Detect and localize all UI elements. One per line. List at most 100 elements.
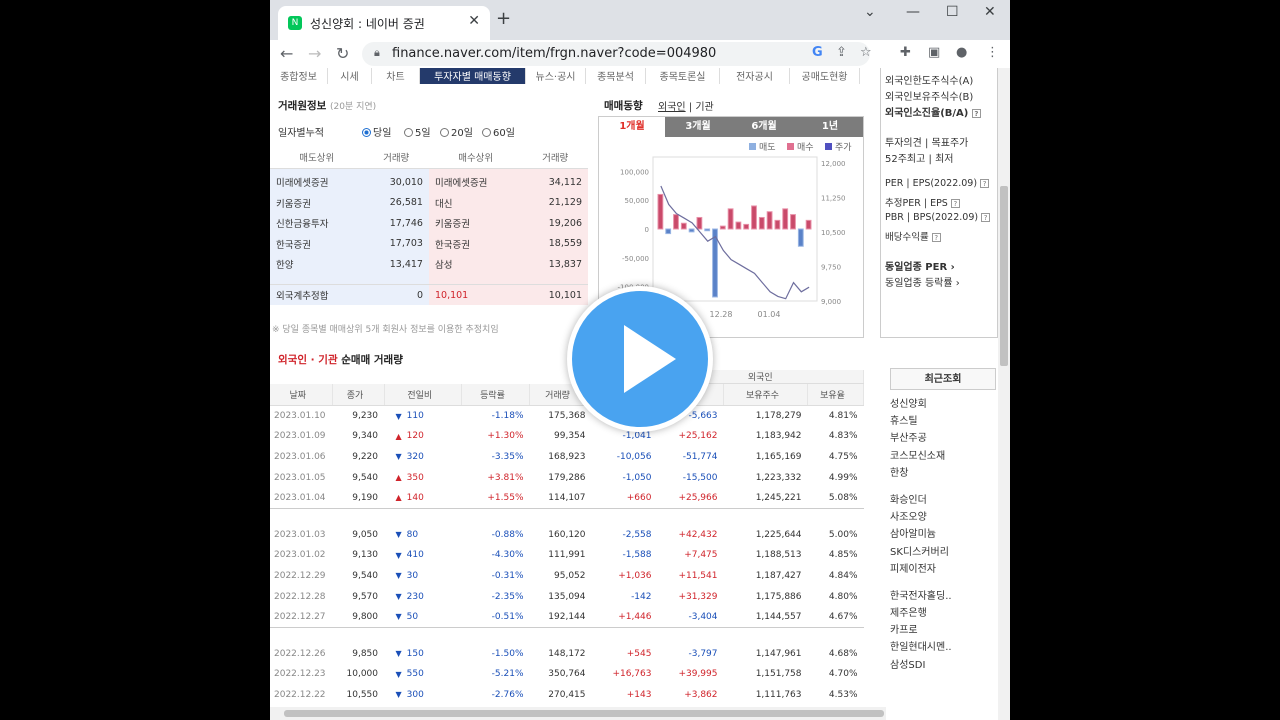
seller-name[interactable]: 신한금융투자 xyxy=(270,213,364,234)
chart-tab-6m[interactable]: 6개월 xyxy=(731,117,797,137)
bps-label: BPS(2022.09) xyxy=(913,212,979,223)
buyer-volume: 19,206 xyxy=(522,213,588,234)
same-rate-link[interactable]: 동일업종 등락률 › xyxy=(885,274,960,289)
group-header-row: 외국인 xyxy=(270,370,864,384)
foreign-sum-row: 외국계추정합 0 10,101 10,101 xyxy=(270,284,588,305)
recent-item[interactable]: 화승인더 xyxy=(890,492,996,509)
seller-name[interactable]: 키움증권 xyxy=(270,192,364,213)
subtab-8[interactable]: 공매도현황 xyxy=(790,68,860,84)
subtab-5[interactable]: 종목분석 xyxy=(586,68,646,84)
recent-item[interactable]: 부산주공 xyxy=(890,430,996,447)
close-window-icon[interactable]: ✕ xyxy=(984,4,996,20)
tab-search-icon[interactable]: ⌄ xyxy=(864,4,876,20)
recent-item[interactable]: 제주은행 xyxy=(890,605,996,622)
help-icon[interactable]: ? xyxy=(931,233,941,242)
video-play-button[interactable] xyxy=(567,286,713,432)
recent-item[interactable]: 삼아알미늄 xyxy=(890,526,996,543)
period-5d-radio[interactable]: 5일 xyxy=(404,124,431,139)
table-row: 2022.12.27 9,800 ▼ 50 -0.51% 192,144 +1,446 -3,… xyxy=(270,607,864,628)
recent-panel: 최근조회 성신양회 휴스틸 부산주공 코스모신소재 한창 화승인더 사조오양 삼아알미늄 SK디… xyxy=(890,368,996,720)
date-cell: 2023.01.04 xyxy=(274,492,326,503)
vertical-scrollbar[interactable] xyxy=(998,68,1010,720)
subtab-4[interactable]: 뉴스·공시 xyxy=(526,68,586,84)
period-60d-radio[interactable]: 60일 xyxy=(482,124,515,139)
shares-cell: 1,188,513 xyxy=(755,550,802,561)
recent-item[interactable]: 사조오양 xyxy=(890,509,996,526)
reload-icon[interactable]: ↻ xyxy=(336,44,349,63)
buyer-name[interactable]: 한국증권 xyxy=(428,233,523,254)
subtab-2[interactable]: 차트 xyxy=(372,68,420,84)
period-label: 일자별누적 xyxy=(278,128,324,139)
help-icon[interactable]: ? xyxy=(980,179,990,188)
legend-price-swatch xyxy=(825,143,832,150)
recent-item[interactable]: 피제이전자 xyxy=(890,561,996,578)
maximize-icon[interactable]: ☐ xyxy=(946,4,959,20)
share-icon[interactable]: ⇪ xyxy=(836,45,847,60)
minimize-icon[interactable]: — xyxy=(906,4,920,20)
lock-icon: 🔒︎ xyxy=(374,46,380,59)
back-icon[interactable]: ← xyxy=(280,44,293,63)
recent-item[interactable]: 한창 xyxy=(890,465,996,482)
vertical-scroll-thumb[interactable] xyxy=(1000,186,1008,366)
buyer-name[interactable]: 삼성 xyxy=(428,254,523,275)
shares-cell: 1,111,763 xyxy=(755,689,802,700)
recent-item[interactable]: 삼성SDI xyxy=(890,657,996,674)
forward-icon[interactable]: → xyxy=(308,44,321,63)
subtab-3[interactable]: 투자자별 매매동향 xyxy=(420,68,526,84)
recent-item[interactable]: 휴스틸 xyxy=(890,413,996,430)
recent-item[interactable]: 성신양회 xyxy=(890,396,996,413)
subtab-7[interactable]: 전자공시 xyxy=(720,68,790,84)
period-20d-radio[interactable]: 20일 xyxy=(440,124,473,139)
down-arrow-icon: ▼ xyxy=(395,592,402,602)
chart-tab-3m[interactable]: 3개월 xyxy=(665,117,731,137)
same-per-link[interactable]: 동일업종 PER › xyxy=(885,258,955,273)
buyer-name[interactable]: 미래에셋증권 xyxy=(428,172,523,193)
recent-item[interactable]: SK디스커버리 xyxy=(890,544,996,561)
help-icon[interactable]: ? xyxy=(950,199,960,208)
new-tab-icon[interactable]: + xyxy=(496,8,511,29)
subtab-0[interactable]: 종합정보 xyxy=(270,68,328,84)
y-right-tick: 9,750 xyxy=(821,264,841,272)
recent-item[interactable]: 코스모신소재 xyxy=(890,448,996,465)
change-cell: 410 xyxy=(406,550,424,561)
buyer-name[interactable]: 키움증권 xyxy=(428,213,523,234)
chart-bar xyxy=(790,214,796,230)
recent-item[interactable]: 한국전자홀딩.. xyxy=(890,588,996,605)
horizontal-scrollbar[interactable] xyxy=(270,707,886,720)
pbr-row: PBR | BPS(2022.09) ? xyxy=(885,212,991,223)
address-bar[interactable]: 🔒︎ finance.naver.com/item/frgn.naver?cod… xyxy=(362,42,870,66)
google-icon[interactable]: G xyxy=(812,45,823,60)
chart-tab-1y[interactable]: 1년 xyxy=(797,117,863,137)
help-icon[interactable]: ? xyxy=(971,109,981,118)
sidepanel-icon[interactable]: ▣ xyxy=(928,45,940,60)
help-icon[interactable]: ? xyxy=(981,213,991,222)
seller-name[interactable]: 한양 xyxy=(270,254,364,275)
shares-cell: 1,178,279 xyxy=(755,411,802,422)
date-cell: 2022.12.28 xyxy=(274,591,326,602)
date-cell: 2023.01.06 xyxy=(274,451,326,462)
eps-label: EPS(2022.09) xyxy=(912,178,978,189)
extensions-icon[interactable]: ✚ xyxy=(900,45,911,60)
per-row: PER | EPS(2022.09) ? xyxy=(885,178,990,189)
close-tab-icon[interactable]: ✕ xyxy=(468,13,480,29)
ratio-cell: 4.80% xyxy=(828,591,858,602)
browser-tab[interactable]: N 성신양회 : 네이버 증권 ✕ xyxy=(278,6,490,40)
col-change: 전일비 xyxy=(384,383,462,406)
period-today-radio[interactable]: 당일 xyxy=(362,124,391,139)
horizontal-scroll-thumb[interactable] xyxy=(284,710,884,717)
link-institution[interactable]: 기관 xyxy=(695,102,713,113)
seller-name[interactable]: 한국증권 xyxy=(270,233,364,254)
recent-item[interactable]: 카프로 xyxy=(890,622,996,639)
shares-cell: 1,165,169 xyxy=(755,451,802,462)
recent-item[interactable]: 한일현대시멘.. xyxy=(890,639,996,656)
link-foreign[interactable]: 외국인 xyxy=(658,102,686,113)
seller-name[interactable]: 미래에셋증권 xyxy=(270,172,364,193)
change-cell: 120 xyxy=(406,431,424,442)
chart-tab-1m[interactable]: 1개월 xyxy=(599,117,665,137)
menu-dots-icon[interactable]: ⋮ xyxy=(986,45,999,60)
bookmark-star-icon[interactable]: ☆ xyxy=(860,45,872,60)
subtab-6[interactable]: 종목토론실 xyxy=(646,68,720,84)
buyer-name[interactable]: 대신 xyxy=(428,192,523,213)
profile-avatar-icon[interactable]: ● xyxy=(956,45,967,60)
subtab-1[interactable]: 시세 xyxy=(328,68,372,84)
